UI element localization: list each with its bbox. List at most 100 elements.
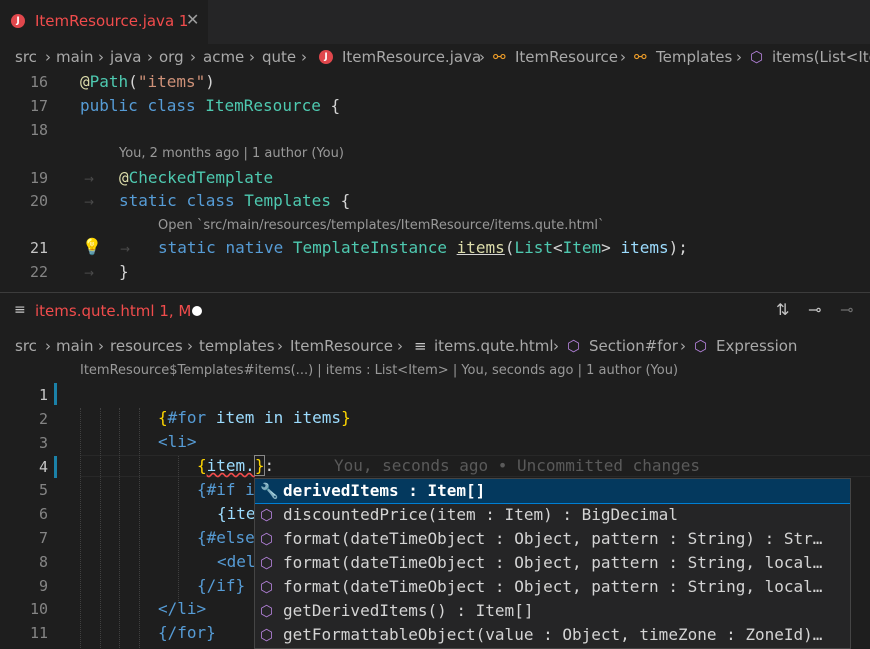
breadcrumb-item[interactable]: main [56,48,93,66]
indent-arrow-icon: → [84,266,95,280]
git-modified-bar[interactable] [54,456,57,478]
line-number: 2 [38,410,48,428]
chevron-right-icon: › [147,48,153,66]
token: item [215,408,255,427]
breadcrumb-item[interactable]: resources [110,337,183,355]
token: @ [80,72,90,91]
line-number: 10 [29,600,48,618]
code-line[interactable]: @Path("items") [80,72,215,91]
breadcrumb-item[interactable]: src [15,337,37,355]
code-line[interactable]: {/for} [158,623,216,642]
breadcrumb-item[interactable]: org [159,48,184,66]
breadcrumb-item[interactable]: qute [262,48,296,66]
close-icon[interactable]: ✕ [186,10,199,29]
line-number: 3 [38,434,48,452]
suggestion-item[interactable]: ⬡ format(dateTimeObject : Object, patter… [255,575,850,599]
chevron-right-icon: › [553,337,559,355]
file-lines-icon: ≡ [414,337,427,355]
suggest-widget[interactable]: 🔧 derivedItems : Item[] ⬡ discountedPric… [254,478,851,649]
suggestion-item[interactable]: ⬡ format(dateTimeObject : Object, patter… [255,527,850,551]
suggestion-item[interactable]: ⬡ discountedPrice(item : Item) : BigDeci… [255,503,850,527]
code-line[interactable]: public class ItemResource { [80,96,340,115]
token: @ [119,168,129,187]
indent-arrow-icon: → [84,172,95,186]
tab-item-resource-java[interactable]: J ItemResource.java 1 ✕ [0,0,208,44]
breadcrumb-item[interactable]: java [110,48,141,66]
line-number: 8 [38,553,48,571]
code-line[interactable]: static class Templates { [119,191,350,210]
token: native [225,238,284,257]
previous-change-icon[interactable]: ⊸ [808,300,821,319]
indent-guide [80,408,81,648]
token: { [340,191,351,210]
top-tab-bar: J ItemResource.java 1 ✕ [0,0,870,44]
token: CheckedTemplate [128,168,274,187]
code-line[interactable]: {item.}: [197,455,274,476]
code-line[interactable]: {ite [217,504,256,523]
indent-guide [119,408,120,648]
suggestion-item[interactable]: 🔧 derivedItems : Item[] [255,479,850,504]
suggestion-item[interactable]: ⬡ getDerivedItems() : Item[] [255,599,850,623]
suggestion-label: getDerivedItems() : Item[] [283,601,534,620]
suggestion-item[interactable]: ⬡ format(dateTimeObject : Object, patter… [255,551,850,575]
line-number: 19 [29,169,48,187]
breadcrumb-item[interactable]: items(List<Ite [772,48,870,66]
chevron-right-icon: › [98,48,104,66]
java-file-icon: J [319,50,333,64]
code-line[interactable]: {#else [197,528,255,547]
cube-icon: ⬡ [694,337,708,355]
token: public [80,96,138,115]
token: ( [128,72,138,91]
token: { [158,408,168,427]
chevron-right-icon: › [190,48,196,66]
breadcrumb-item[interactable]: ItemResource.java [342,48,481,66]
file-lines-icon: ≡ [14,302,26,318]
token: ); [668,238,688,257]
code-line[interactable]: static native TemplateInstance items(Lis… [158,238,688,257]
chevron-right-icon: › [397,337,403,355]
breadcrumb-item[interactable]: Section#for [589,337,678,355]
breadcrumb-item[interactable]: src [15,48,37,66]
code-line[interactable]: <del [217,552,256,571]
breadcrumb-item[interactable]: ItemResource [290,337,393,355]
breadcrumb-item[interactable]: Expression [716,337,797,355]
tab-status: 1, M [159,302,192,320]
code-line[interactable]: {/if} [197,576,245,595]
suggestion-label: getFormattableObject(value : Object, tim… [283,625,823,644]
token: in [263,408,284,427]
compare-changes-icon[interactable]: ⇅ [776,300,789,319]
code-line[interactable]: } [119,262,129,281]
suggestion-label: format(dateTimeObject : Object, pattern … [283,529,823,548]
token: > [601,238,611,257]
token: items [292,408,342,427]
breadcrumb-item[interactable]: ItemResource [515,48,618,66]
tab-items-qute-html[interactable]: items.qute.html 1, M [35,302,191,320]
token: } [341,408,351,427]
token: ( [504,238,515,257]
git-modified-bar[interactable] [54,383,57,405]
token: class [186,191,235,210]
token: static [158,238,216,257]
tab-title: items.qute.html [35,302,155,320]
codelens-author[interactable]: You, 2 months ago | 1 author (You) [119,146,344,161]
breadcrumb-item[interactable]: items.qute.html [434,337,554,355]
token: Item [562,238,602,257]
code-line[interactable]: {#for item in items} [158,408,351,427]
breadcrumb-item[interactable]: main [56,337,93,355]
code-line[interactable]: </li> [158,599,206,618]
next-change-icon[interactable]: ⊸ [840,300,853,319]
unsaved-dot-icon[interactable] [192,306,202,316]
token: "items" [137,72,206,91]
breadcrumb-item[interactable]: Templates [656,48,732,66]
token: List [514,238,553,257]
codelens-template-info[interactable]: ItemResource$Templates#items(...) | item… [80,363,678,378]
token: #for [167,408,207,427]
lightbulb-icon[interactable]: 💡 [82,237,102,256]
breadcrumb-item[interactable]: acme [203,48,244,66]
breadcrumb-item[interactable]: templates [199,337,275,355]
code-line[interactable]: <li> [158,432,197,451]
code-line[interactable]: {#if i [197,480,255,499]
code-line[interactable]: @CheckedTemplate [119,168,273,187]
suggestion-item[interactable]: ⬡ getFormattableObject(value : Object, t… [255,623,850,647]
codelens-open-template[interactable]: Open `src/main/resources/templates/ItemR… [158,218,605,233]
